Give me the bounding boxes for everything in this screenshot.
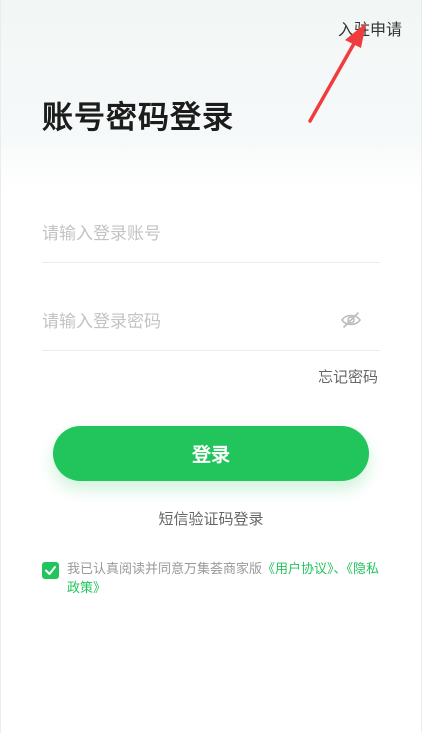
forgot-password-link[interactable]: 忘记密码 <box>318 366 378 387</box>
agreement-row: 我已认真阅读并同意万集荟商家版《用户协议》、《隐私政策》 <box>42 560 392 598</box>
agreement-checkbox[interactable] <box>42 562 59 579</box>
account-field <box>42 210 380 263</box>
left-edge-line <box>0 0 1 733</box>
account-input[interactable] <box>42 214 322 254</box>
agreement-separator: 、 <box>333 562 347 577</box>
page-title: 账号密码登录 <box>42 100 234 136</box>
agreement-text: 我已认真阅读并同意万集荟商家版《用户协议》、《隐私政策》 <box>67 560 392 598</box>
check-icon <box>45 566 56 575</box>
agreement-prefix: 我已认真阅读并同意万集荟商家版 <box>67 562 263 577</box>
password-input[interactable] <box>42 302 322 342</box>
sms-login-link[interactable]: 短信验证码登录 <box>0 508 422 529</box>
apply-entry-link[interactable]: 入驻申请 <box>338 16 402 40</box>
eye-hidden-icon[interactable] <box>340 310 362 330</box>
login-button[interactable]: 登录 <box>53 426 369 481</box>
password-field <box>42 298 380 351</box>
user-agreement-link[interactable]: 《用户协议》 <box>262 562 334 577</box>
